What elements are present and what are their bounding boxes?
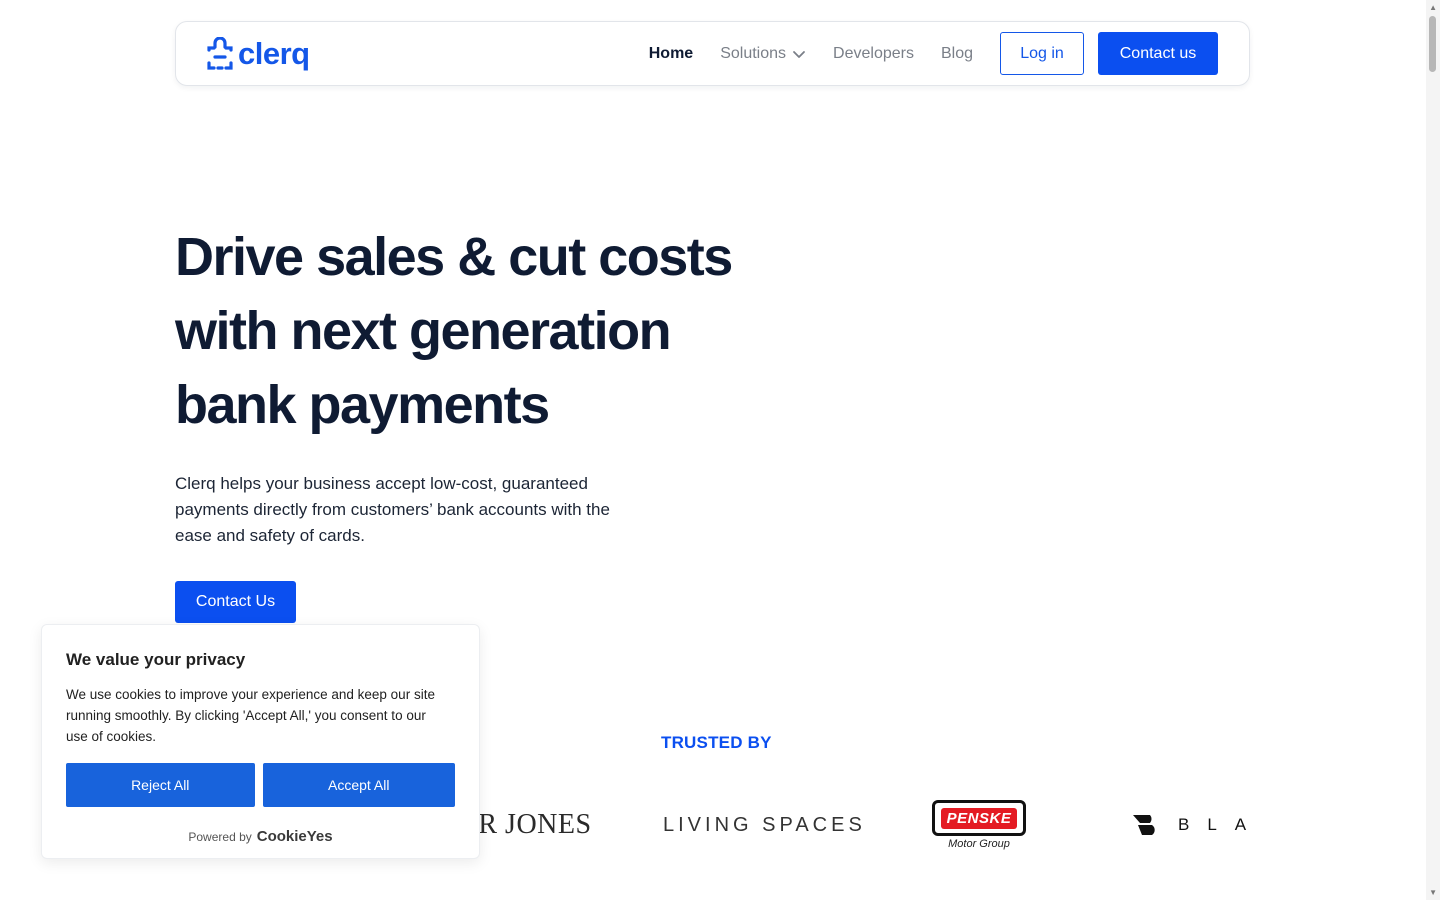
penske-subtitle: Motor Group (948, 838, 1010, 850)
chevron-down-icon (793, 50, 805, 58)
nav-menu: Home Solutions Developers Blog Log in Co… (649, 32, 1218, 75)
hero-title-line-3: bank payments (175, 375, 550, 435)
blade-mark-icon (1133, 815, 1155, 835)
fletcher-jones-wordmark: FLETCHER JONES (470, 809, 592, 840)
cookie-description: We use cookies to improve your experienc… (66, 687, 435, 744)
contact-us-button[interactable]: Contact us (1098, 32, 1218, 75)
clerq-logo[interactable]: clerq (206, 36, 310, 71)
nav-link-developers[interactable]: Developers (833, 45, 914, 63)
nav-link-solutions-label: Solutions (720, 44, 787, 62)
hero-title-line-1: Drive sales & cut costs (175, 227, 733, 287)
penske-badge: PENSKE (932, 800, 1026, 836)
reject-all-button[interactable]: Reject All (66, 763, 255, 807)
scrollbar-thumb[interactable] (1429, 16, 1436, 72)
page-scrollbar[interactable]: ▲ ▼ (1426, 0, 1440, 900)
hero-contact-button[interactable]: Contact Us (175, 581, 296, 623)
login-button[interactable]: Log in (1000, 32, 1084, 75)
living-spaces-logo: LIVING SPACES (663, 790, 866, 860)
cookieyes-logo[interactable]: CookieYes (257, 828, 333, 845)
hero-title: Drive sales & cut costs with next genera… (175, 220, 775, 442)
top-navbar: clerq Home Solutions Developers Blog Log… (175, 21, 1250, 86)
cookie-title: We value your privacy (66, 650, 246, 669)
living-spaces-wordmark: LIVING SPACES (663, 813, 866, 836)
logo-wordmark: clerq (238, 36, 310, 71)
scroll-up-arrow-icon[interactable]: ▲ (1429, 3, 1437, 12)
hero-title-line-2: with next generation (175, 301, 672, 361)
accept-all-button[interactable]: Accept All (262, 763, 455, 807)
nav-link-solutions[interactable]: Solutions (720, 45, 806, 63)
nav-link-home[interactable]: Home (649, 45, 693, 63)
trusted-by-heading: TRUSTED BY (661, 733, 772, 752)
clerq-logo-icon (207, 36, 233, 70)
penske-wordmark: PENSKE (940, 807, 1018, 829)
scroll-down-arrow-icon[interactable]: ▼ (1429, 888, 1437, 897)
blade-logo: BLADE (1132, 790, 1250, 860)
powered-by-label: Powered by (188, 829, 252, 844)
penske-logo: PENSKE Motor Group (932, 790, 1026, 860)
blade-wordmark: BLADE (1178, 815, 1250, 834)
powered-by-cookieyes: Powered by CookieYes (66, 828, 455, 845)
fletcher-jones-logo: FLETCHER JONES (470, 790, 592, 860)
cookie-actions: Reject All Accept All (66, 763, 455, 807)
hero-subtitle: Clerq helps your business accept low-cos… (175, 474, 610, 545)
cookie-consent-banner: We value your privacy We use cookies to … (41, 624, 480, 859)
trusted-logos-carousel: FLETCHER JONES LIVING SPACES PENSKE Moto… (470, 790, 1250, 860)
nav-link-blog[interactable]: Blog (941, 45, 973, 63)
